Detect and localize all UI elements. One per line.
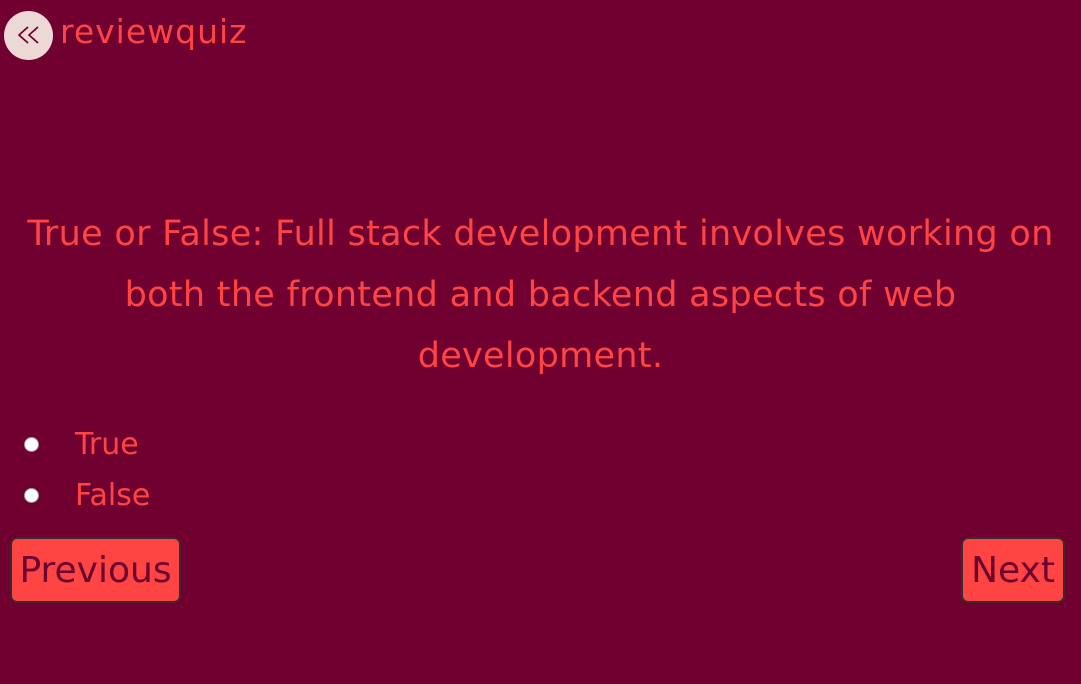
option-true[interactable]: True <box>24 419 150 470</box>
question-text: True or False: Full stack development in… <box>27 214 1054 376</box>
next-button[interactable]: Next <box>961 537 1065 603</box>
quiz-page: reviewquiz True or False: Full stack dev… <box>0 0 1081 684</box>
answer-options: True False <box>24 419 150 521</box>
app-title: reviewquiz <box>60 11 248 51</box>
option-label-false: False <box>75 478 151 513</box>
double-chevron-left-icon <box>17 26 39 44</box>
back-button[interactable] <box>4 10 53 60</box>
radio-true[interactable] <box>24 437 39 452</box>
previous-button[interactable]: Previous <box>10 537 181 603</box>
option-false[interactable]: False <box>24 470 150 521</box>
option-label-true: True <box>75 427 139 462</box>
radio-false[interactable] <box>24 488 39 503</box>
header: reviewquiz <box>4 10 248 60</box>
